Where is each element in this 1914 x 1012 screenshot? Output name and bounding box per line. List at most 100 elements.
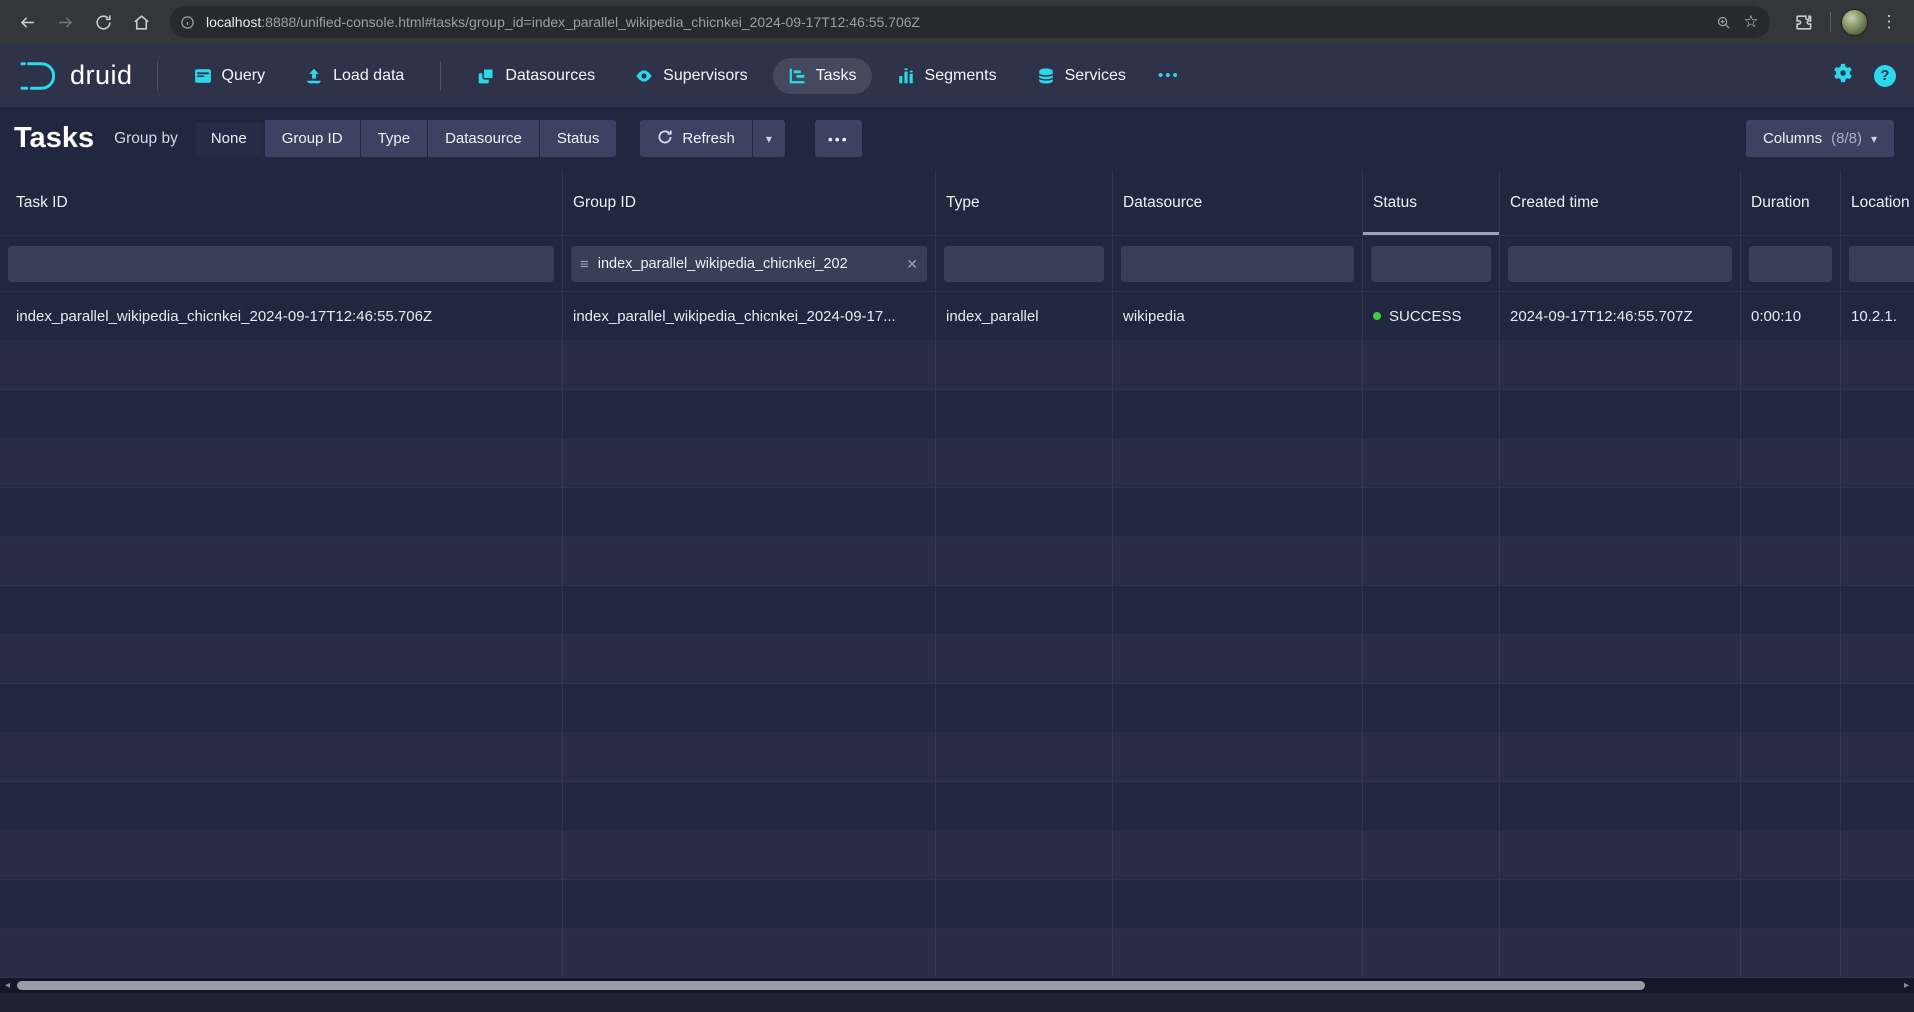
table-row-empty: [0, 586, 1914, 635]
nav-item-services[interactable]: Services: [1022, 58, 1141, 94]
filter-input-type[interactable]: [944, 246, 1104, 282]
browser-home-button[interactable]: [124, 5, 158, 39]
filter-input-location[interactable]: [1849, 246, 1914, 282]
nav-more-button[interactable]: •••: [1146, 59, 1192, 92]
table-cell-empty: [1363, 782, 1500, 830]
caret-down-icon: ▾: [1871, 132, 1877, 146]
group-by-datasource-button[interactable]: Datasource: [428, 120, 539, 157]
table-cell-empty: [563, 733, 936, 781]
browser-back-button[interactable]: [10, 5, 44, 39]
scroll-left-arrow-icon[interactable]: ◂: [0, 978, 15, 993]
filter-input-group-id[interactable]: ≡ index_parallel_wikipedia_chicnkei_202 …: [571, 246, 927, 282]
cell-datasource[interactable]: wikipedia: [1113, 292, 1363, 340]
table-cell-empty: [0, 390, 563, 438]
database-icon: [1037, 67, 1055, 85]
filter-clear-icon[interactable]: ✕: [906, 256, 918, 273]
table-cell-empty: [1741, 635, 1841, 683]
column-header-location[interactable]: Location: [1841, 170, 1914, 235]
table-cell-empty: [936, 880, 1113, 928]
filter-input-duration[interactable]: [1749, 246, 1832, 282]
column-header-created-time[interactable]: Created time: [1500, 170, 1741, 235]
caret-down-icon: ▾: [766, 132, 772, 146]
filter-input-created-time[interactable]: [1508, 246, 1732, 282]
table-cell-empty: [1841, 390, 1914, 438]
column-header-status[interactable]: Status: [1363, 170, 1500, 235]
bookmark-star-icon[interactable]: ☆: [1738, 9, 1764, 35]
browser-actions: ⋮: [1782, 5, 1904, 39]
refresh-interval-caret-button[interactable]: ▾: [753, 120, 785, 157]
nav-item-load-data[interactable]: Load data: [290, 58, 419, 94]
layers-icon: [477, 67, 495, 85]
column-header-duration[interactable]: Duration: [1741, 170, 1841, 235]
table-cell-empty: [1363, 929, 1500, 977]
browser-forward-button[interactable]: [48, 5, 82, 39]
nav-item-supervisors[interactable]: Supervisors: [620, 58, 762, 94]
table-cell-empty: [1741, 488, 1841, 536]
settings-gear-icon[interactable]: [1832, 62, 1854, 89]
table-cell-empty: [936, 684, 1113, 732]
browser-menu-icon[interactable]: ⋮: [1874, 12, 1904, 32]
group-by-type-button[interactable]: Type: [361, 120, 428, 157]
group-by-status-button[interactable]: Status: [540, 120, 617, 157]
profile-avatar[interactable]: [1841, 9, 1868, 36]
reload-icon: [94, 13, 113, 32]
table-cell-empty: [1741, 439, 1841, 487]
druid-brand[interactable]: druid: [18, 59, 133, 93]
table-cell-empty: [1841, 733, 1914, 781]
column-header-type[interactable]: Type: [936, 170, 1113, 235]
site-info-icon[interactable]: [174, 9, 200, 35]
task-row[interactable]: index_parallel_wikipedia_chicnkei_2024-0…: [0, 292, 1914, 341]
filter-input-task-id[interactable]: [8, 246, 554, 282]
table-body: index_parallel_wikipedia_chicnkei_2024-0…: [0, 292, 1914, 978]
table-cell-empty: [1841, 439, 1914, 487]
nav-item-segments[interactable]: Segments: [882, 58, 1012, 94]
table-cell-empty: [1500, 831, 1741, 879]
cell-location[interactable]: 10.2.1.: [1841, 292, 1914, 340]
filter-input-datasource[interactable]: [1121, 246, 1354, 282]
table-cell-empty: [563, 684, 936, 732]
cell-created-time[interactable]: 2024-09-17T12:46:55.707Z: [1500, 292, 1741, 340]
browser-toolbar: localhost:8888/unified-console.html#task…: [0, 0, 1914, 44]
table-row-empty: [0, 488, 1914, 537]
group-by-none-button[interactable]: None: [194, 120, 264, 157]
browser-reload-button[interactable]: [86, 5, 120, 39]
scroll-right-arrow-icon[interactable]: ▸: [1899, 978, 1914, 993]
nav-item-query[interactable]: Query: [179, 58, 281, 94]
nav-item-tasks[interactable]: Tasks: [773, 58, 872, 94]
refresh-button[interactable]: Refresh: [640, 120, 752, 157]
nav-item-datasources[interactable]: Datasources: [462, 58, 610, 94]
table-cell-empty: [1113, 684, 1363, 732]
table-cell-empty: [936, 390, 1113, 438]
address-bar[interactable]: localhost:8888/unified-console.html#task…: [170, 6, 1770, 38]
cell-duration[interactable]: 0:00:10: [1741, 292, 1841, 340]
table-cell-empty: [1363, 831, 1500, 879]
table-cell-empty: [1841, 782, 1914, 830]
cloud-upload-icon: [305, 67, 323, 85]
columns-picker-button[interactable]: Columns (8/8) ▾: [1746, 120, 1894, 157]
divider: [440, 61, 441, 91]
cell-group-id[interactable]: index_parallel_wikipedia_chicnkei_2024-0…: [563, 292, 936, 340]
druid-logo-icon: [18, 59, 60, 93]
nav-item-label: Query: [222, 67, 266, 85]
scrollbar-thumb[interactable]: [17, 981, 1645, 990]
column-header-datasource[interactable]: Datasource: [1113, 170, 1363, 235]
group-by-group-id-button[interactable]: Group ID: [265, 120, 360, 157]
status-text: SUCCESS: [1389, 308, 1462, 325]
cell-task-id[interactable]: index_parallel_wikipedia_chicnkei_2024-0…: [0, 292, 563, 340]
cell-status[interactable]: SUCCESS: [1363, 292, 1500, 340]
cell-type[interactable]: index_parallel: [936, 292, 1113, 340]
column-header-task-id[interactable]: Task ID: [0, 170, 563, 235]
table-cell-empty: [936, 831, 1113, 879]
zoom-icon[interactable]: [1710, 9, 1736, 35]
help-icon[interactable]: ?: [1874, 65, 1896, 87]
horizontal-scrollbar[interactable]: ◂ ▸: [0, 978, 1914, 993]
table-cell-empty: [1841, 929, 1914, 977]
column-header-group-id[interactable]: Group ID: [563, 170, 936, 235]
nav-item-label: Services: [1065, 67, 1126, 85]
table-cell-empty: [1500, 488, 1741, 536]
toolbar-more-button[interactable]: •••: [815, 120, 862, 157]
filter-input-status[interactable]: [1371, 246, 1491, 282]
table-cell-empty: [1363, 880, 1500, 928]
table-cell-empty: [936, 635, 1113, 683]
extensions-icon[interactable]: [1786, 5, 1820, 39]
